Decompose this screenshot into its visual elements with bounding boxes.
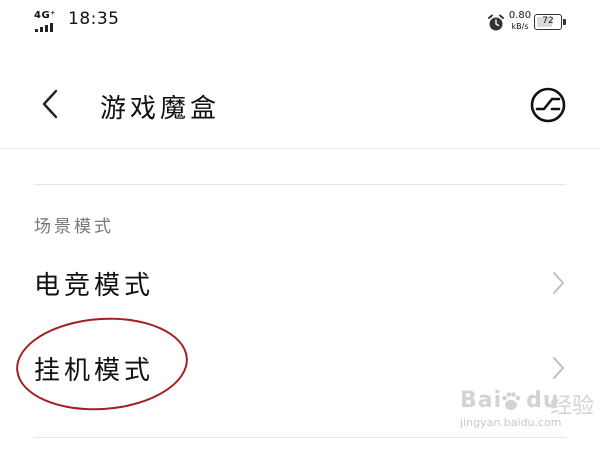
back-button[interactable] (30, 83, 74, 127)
divider (34, 184, 566, 185)
watermark-url: jingyan.baidu.com (460, 416, 562, 429)
chevron-right-icon (553, 357, 564, 379)
net-speed: 0.80 kB/s (508, 10, 532, 31)
battery-level: 72 (542, 16, 554, 26)
status-bar: 4G⁺ 18:35 0.80 kB/s 72 (0, 0, 600, 44)
signal-icon (35, 23, 53, 32)
chevron-left-icon (42, 89, 58, 119)
list-item-label: 电竞模式 (34, 271, 155, 301)
battery-icon: 72 (534, 14, 562, 30)
clock: 18:35 (68, 9, 120, 29)
list-item-esports-mode[interactable]: 电竞模式 (0, 243, 600, 323)
chevron-right-icon (553, 272, 564, 294)
battery-cap (563, 19, 566, 25)
network-type: 4G⁺ (34, 10, 56, 21)
hud-toggle-button[interactable] (526, 83, 570, 127)
baidu-jingyan-watermark: Bai du 经验 jingyan.baidu.com (458, 388, 598, 438)
baidu-paw-icon (502, 392, 521, 410)
hud-toggle-icon (530, 87, 566, 123)
alarm-icon (488, 14, 504, 31)
section-label: 场景模式 (34, 217, 114, 237)
page-title: 游戏魔盒 (100, 94, 221, 124)
app-header: 游戏魔盒 (0, 58, 600, 149)
